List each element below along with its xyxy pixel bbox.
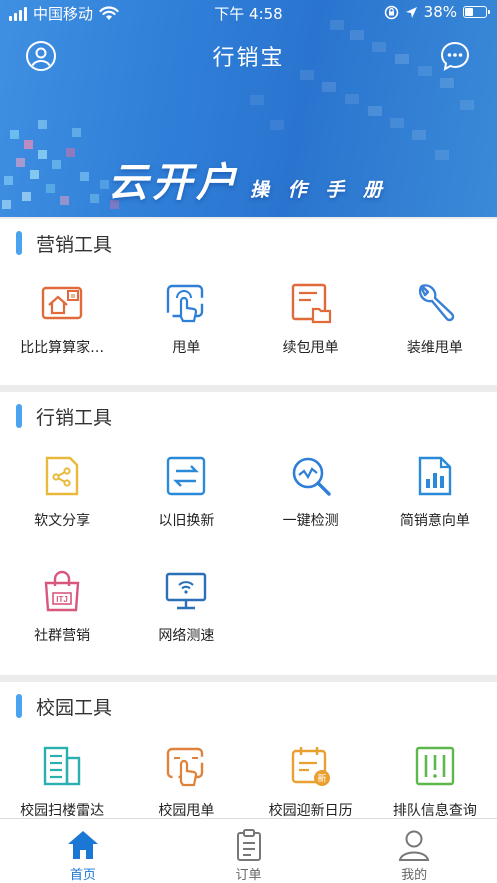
- tool-label: 社群营销: [34, 628, 91, 644]
- home-compare-icon: [41, 286, 83, 320]
- banner[interactable]: 中国移动 下午 4:58 38% 行销宝 云开户 操 作 手 册: [0, 0, 497, 217]
- tool-bibi-calc[interactable]: 比比算算家…: [0, 267, 124, 382]
- banner-title: 云开户: [108, 160, 240, 206]
- section-title: 行销工具: [36, 406, 113, 429]
- banner-subtitle: 操 作 手 册: [250, 179, 388, 201]
- tool-label: 比比算算家…: [20, 340, 105, 356]
- section-marketing-tools: 营销工具 比比算算家… 甩单 续包甩单 装维甩单: [0, 219, 497, 385]
- section-header: 行销工具: [0, 392, 497, 440]
- battery-percent: 38%: [423, 3, 457, 21]
- svg-text:ITJ: ITJ: [56, 595, 68, 604]
- tool-label: 装维甩单: [406, 340, 463, 356]
- tool-speed-test[interactable]: 网络测速: [124, 555, 248, 670]
- tab-orders[interactable]: 订单: [166, 819, 332, 883]
- section-header: 校园工具: [0, 682, 497, 730]
- battery-icon: [463, 6, 490, 18]
- tool-ruanwen-share[interactable]: 软文分享: [0, 440, 124, 555]
- tool-label: 一键检测: [282, 513, 339, 529]
- tool-xubao-shuaidan[interactable]: 续包甩单: [249, 267, 373, 382]
- tool-trade-in[interactable]: 以旧换新: [124, 440, 248, 555]
- banner-headline: 云开户 操 作 手 册: [108, 150, 388, 208]
- tab-label: 首页: [69, 868, 96, 883]
- section-accent-bar: [16, 231, 22, 255]
- status-right: 38%: [384, 3, 490, 21]
- tab-mine[interactable]: 我的: [331, 819, 497, 883]
- section-campus-tools: 校园工具 校园扫楼雷达 校园甩单 新 校园迎新日历 排队信息查询: [0, 682, 497, 822]
- tool-one-click-check[interactable]: 一键检测: [249, 440, 373, 555]
- campus-touch-icon: [167, 747, 204, 787]
- share-document-icon: [45, 456, 79, 496]
- tool-label: 以旧换新: [158, 513, 215, 529]
- touch-screen-icon: [167, 284, 204, 323]
- tool-label: 软文分享: [34, 513, 91, 529]
- section-accent-bar: [16, 694, 22, 718]
- magnifier-chart-icon: [292, 457, 331, 496]
- battery-level: [465, 8, 473, 16]
- person-icon: [398, 830, 430, 861]
- section-accent-bar: [16, 404, 22, 428]
- tool-community-marketing[interactable]: ITJ 社群营销: [0, 555, 124, 670]
- status-bar: 中国移动 下午 4:58 38%: [0, 0, 497, 26]
- home-icon: [67, 831, 98, 859]
- tool-label: 校园甩单: [158, 803, 215, 819]
- message-icon: [440, 41, 470, 71]
- tool-label: 续包甩单: [282, 340, 339, 356]
- tool-grid: 比比算算家… 甩单 续包甩单 装维甩单: [0, 267, 497, 382]
- tool-label: 校园迎新日历: [268, 803, 353, 819]
- tool-label: 甩单: [172, 340, 201, 356]
- bottom-tab-bar: 首页 订单 我的: [0, 818, 497, 883]
- wifi-monitor-icon: [166, 572, 207, 610]
- tool-label: 网络测速: [158, 628, 215, 644]
- clipboard-icon: [236, 829, 261, 861]
- wrench-icon: [418, 284, 455, 322]
- location-icon: [405, 6, 417, 18]
- section-sales-tools: 行销工具 软文分享 以旧换新 一键检测 简销意向单 ITJ 社群营销 网络测速: [0, 392, 497, 675]
- queue-info-icon: [415, 746, 455, 786]
- orientation-lock-icon: [384, 5, 398, 19]
- tool-grid: 软文分享 以旧换新 一键检测 简销意向单 ITJ 社群营销 网络测速: [0, 440, 497, 670]
- calendar-new-icon: 新: [291, 747, 330, 786]
- page-title: 行销宝: [212, 46, 285, 71]
- messages-button[interactable]: [439, 40, 471, 72]
- tool-zhuangwei-shuaidan[interactable]: 装维甩单: [373, 267, 497, 382]
- tab-label: 我的: [401, 868, 428, 883]
- tool-label: 简销意向单: [399, 513, 470, 529]
- tool-shuaidan[interactable]: 甩单: [124, 267, 248, 382]
- tool-label: 校园扫楼雷达: [20, 803, 105, 819]
- building-icon: [43, 746, 81, 786]
- tool-intent-form[interactable]: 简销意向单: [373, 440, 497, 555]
- tab-home[interactable]: 首页: [0, 819, 166, 883]
- section-header: 营销工具: [0, 219, 497, 267]
- svg-text:新: 新: [317, 773, 326, 785]
- bar-chart-file-icon: [418, 456, 452, 496]
- shopping-bag-icon: ITJ: [44, 570, 80, 612]
- document-folder-icon: [291, 283, 331, 324]
- exchange-icon: [167, 456, 206, 496]
- section-title: 校园工具: [36, 696, 113, 719]
- tool-label: 排队信息查询: [392, 803, 477, 819]
- tab-label: 订单: [235, 868, 262, 883]
- section-title: 营销工具: [36, 233, 113, 256]
